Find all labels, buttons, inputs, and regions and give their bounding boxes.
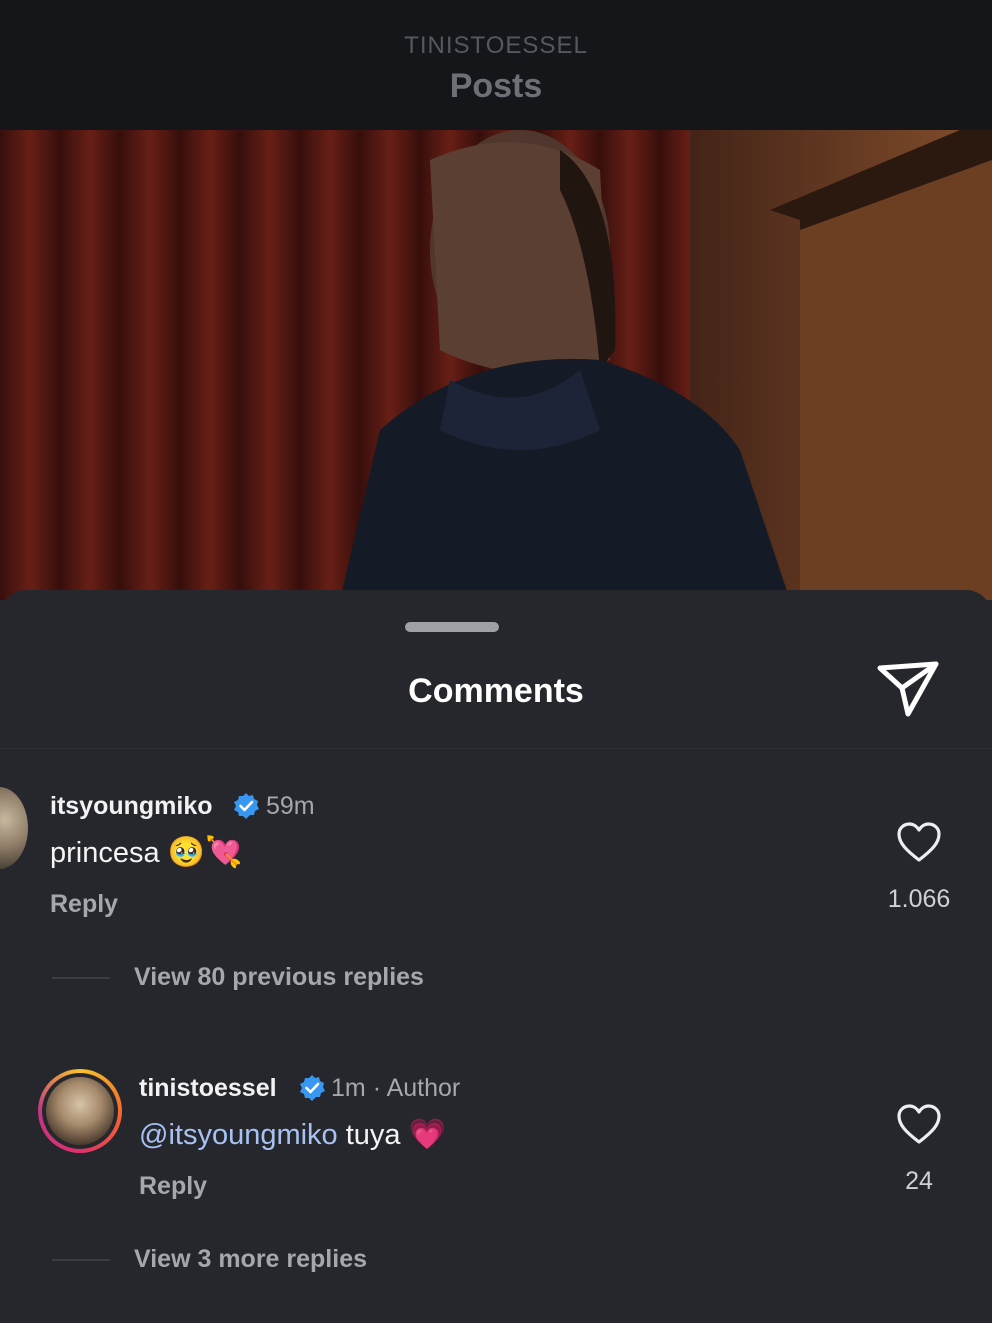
account-name: TINISTOESSEL <box>404 32 588 59</box>
paper-plane-icon[interactable] <box>876 660 940 718</box>
sheet-divider <box>0 748 992 749</box>
view-more-replies-button[interactable]: View 3 more replies <box>134 1245 367 1274</box>
avatar-border <box>42 1073 118 1149</box>
story-ring-avatar[interactable] <box>38 1069 122 1153</box>
page-title: Posts <box>449 67 543 105</box>
thread-line <box>52 977 110 979</box>
sheet-grabber[interactable] <box>405 622 499 632</box>
view-previous-replies-button[interactable]: View 80 previous replies <box>134 963 424 992</box>
comment-body: princesa <box>50 837 160 869</box>
comment-text: @itsyoungmiko tuya 💗 <box>139 1117 446 1152</box>
comment-emojis: 🥹💘 <box>167 835 243 870</box>
top-header: TINISTOESSEL Posts <box>0 0 992 130</box>
comment-body: tuya <box>337 1119 401 1151</box>
comment-username[interactable]: tinistoessel <box>139 1074 277 1103</box>
comment-username[interactable]: itsyoungmiko <box>50 792 213 821</box>
heart-icon[interactable] <box>896 1103 942 1145</box>
comment-meta: 1m · Author <box>331 1074 460 1103</box>
author-badge: · Author <box>372 1074 461 1102</box>
comment-emojis: 💗 <box>408 1117 446 1152</box>
comment-time: 1m <box>331 1074 366 1102</box>
like-count: 1.066 <box>887 885 951 913</box>
mention-link[interactable]: @itsyoungmiko <box>139 1119 338 1151</box>
post-photo <box>0 130 992 600</box>
like-count: 24 <box>905 1167 933 1195</box>
comments-sheet: Comments <box>0 590 992 1323</box>
thread-line <box>52 1259 110 1261</box>
verified-badge-icon <box>300 1075 325 1101</box>
reply-button[interactable]: Reply <box>139 1172 207 1201</box>
reply-button[interactable]: Reply <box>50 890 118 919</box>
post-image[interactable] <box>0 130 992 600</box>
heart-icon[interactable] <box>896 821 942 863</box>
sheet-title: Comments <box>408 672 584 710</box>
comment-time: 59m <box>266 792 315 820</box>
verified-badge-icon <box>234 793 259 819</box>
comment-text: princesa 🥹💘 <box>50 835 242 870</box>
avatar <box>46 1077 114 1145</box>
